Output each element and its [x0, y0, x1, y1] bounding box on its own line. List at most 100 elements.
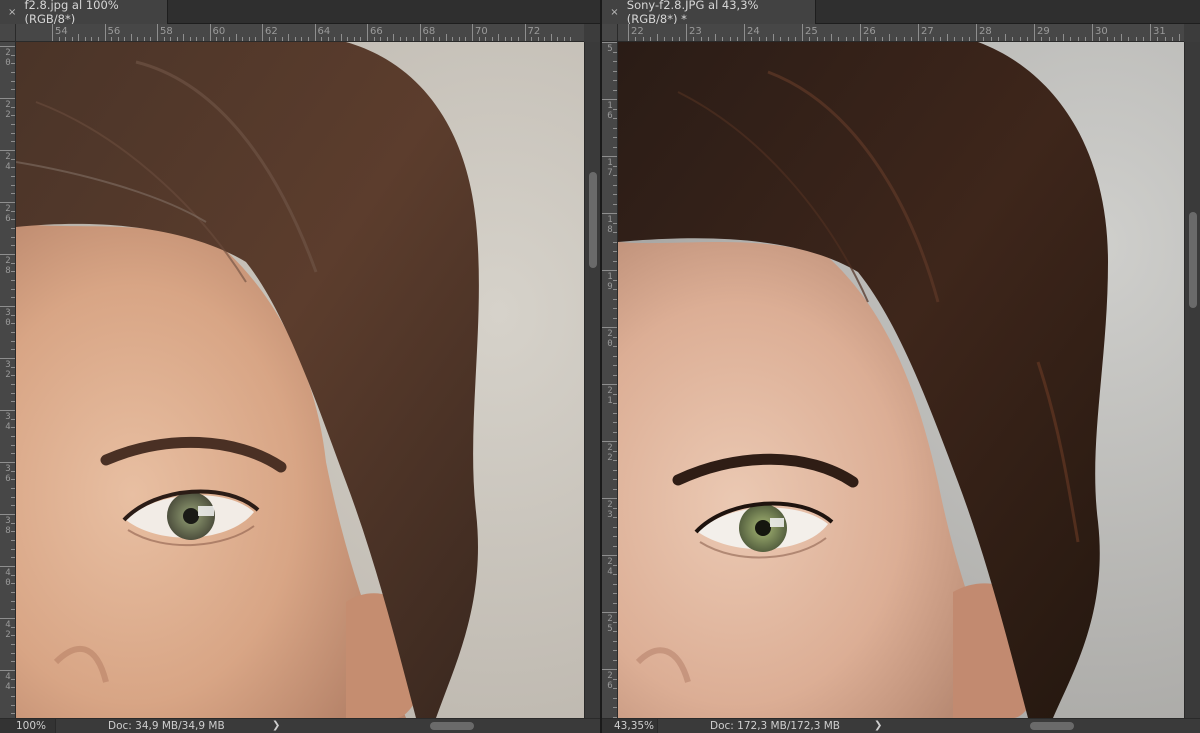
ruler-minor-tick: [613, 298, 617, 300]
ruler-corner: [0, 24, 16, 42]
vertical-scrollbar-left[interactable]: [584, 42, 600, 718]
ruler-major-tick: [0, 306, 15, 307]
zoom-level-field[interactable]: 43,35%: [602, 719, 658, 733]
ruler-minor-tick: [671, 37, 673, 41]
ruler-major-tick: [686, 24, 687, 41]
ruler-minor-tick: [613, 564, 617, 566]
ruler-major-tick: [0, 462, 15, 463]
ruler-major-tick: [602, 384, 617, 385]
ruler-minor-tick: [124, 37, 126, 41]
document-tab-left[interactable]: × f2.8.jpg al 100% (RGB/8*): [0, 0, 168, 26]
ruler-minor-tick: [1121, 34, 1122, 41]
ruler-minor-tick: [11, 72, 15, 73]
close-icon[interactable]: ×: [608, 5, 621, 19]
ruler-minor-tick: [925, 37, 927, 41]
ruler-minor-tick: [613, 222, 617, 224]
ruler-label: 24: [747, 26, 760, 37]
ruler-minor-tick: [11, 522, 15, 524]
document-window-left: × f2.8.jpg al 100% (RGB/8*) 54 56 58 60 62 64…: [0, 0, 600, 733]
ruler-minor-tick: [478, 37, 480, 41]
ruler-minor-tick: [11, 626, 15, 628]
ruler-label: 24: [5, 152, 11, 172]
document-tab-right[interactable]: × Sony-f2.8.JPG al 43,3% (RGB/8*) *: [602, 0, 816, 26]
ruler-label: 25: [805, 26, 818, 37]
document-tab-title: f2.8.jpg al 100% (RGB/8*): [24, 0, 119, 26]
ruler-major-tick: [744, 24, 745, 41]
ruler-minor-tick: [11, 54, 15, 56]
ruler-minor-tick: [11, 132, 15, 134]
ruler-minor-tick: [570, 37, 572, 41]
ruler-major-tick: [628, 24, 629, 41]
status-menu-arrow-icon[interactable]: ❯: [874, 719, 882, 733]
ruler-minor-tick: [11, 184, 15, 186]
ruler-minor-tick: [11, 540, 15, 541]
ruler-label: 70: [475, 26, 488, 37]
horizontal-scrollbar-thumb[interactable]: [1030, 722, 1074, 730]
ruler-minor-tick: [360, 37, 362, 41]
ruler-minor-tick: [1113, 37, 1115, 41]
ruler-minor-tick: [150, 37, 152, 41]
ruler-minor-tick: [327, 37, 329, 41]
ruler-major-tick: [472, 24, 473, 41]
image-canvas-left[interactable]: [16, 42, 584, 718]
scrollbar-thumb[interactable]: [1189, 212, 1197, 308]
ruler-major-tick: [0, 618, 15, 619]
ruler-minor-tick: [809, 37, 811, 41]
ruler-label: 60: [212, 26, 226, 37]
scrollbar-thumb[interactable]: [589, 172, 597, 268]
ruler-minor-tick: [11, 193, 15, 195]
ruler-minor-tick: [823, 37, 825, 41]
ruler-major-tick: [1150, 24, 1151, 41]
ruler-minor-tick: [613, 479, 617, 480]
ruler-minor-tick: [715, 34, 716, 41]
document-tab-title: Sony-f2.8.JPG al 43,3% (RGB/8*) *: [626, 0, 759, 26]
ruler-minor-tick: [773, 34, 774, 41]
vertical-scrollbar-right[interactable]: [1184, 42, 1200, 718]
ruler-label: 34: [5, 412, 11, 432]
tab-bar-left: × f2.8.jpg al 100% (RGB/8*): [0, 0, 600, 26]
ruler-major-tick: [209, 24, 211, 41]
ruler-minor-tick: [968, 37, 970, 41]
ruler-minor-tick: [202, 37, 204, 41]
close-icon[interactable]: ×: [6, 5, 18, 19]
ruler-minor-tick: [613, 175, 617, 176]
ruler-minor-tick: [91, 37, 93, 41]
ruler-label: 32: [5, 360, 11, 380]
ruler-minor-tick: [11, 436, 15, 437]
ruler-major-tick: [314, 24, 316, 41]
ruler-major-tick: [602, 669, 617, 670]
ruler-minor-tick: [544, 37, 546, 41]
ruler-minor-tick: [183, 34, 185, 41]
ruler-label: 5: [607, 44, 613, 54]
ruler-minor-tick: [248, 37, 250, 41]
ruler-label: 28: [979, 26, 992, 37]
ruler-major-tick: [602, 441, 617, 442]
ruler-minor-tick: [613, 51, 617, 53]
ruler-minor-tick: [353, 37, 355, 41]
ruler-minor-tick: [831, 34, 832, 41]
ruler-minor-tick: [613, 127, 617, 129]
ruler-major-tick: [104, 24, 106, 41]
ruler-minor-tick: [11, 609, 15, 611]
ruler-minor-tick: [1084, 37, 1086, 41]
ruler-minor-tick: [117, 37, 119, 41]
ruler-minor-tick: [11, 228, 15, 229]
ruler-minor-tick: [990, 37, 992, 41]
image-canvas-right[interactable]: [618, 42, 1184, 718]
ruler-major-tick: [602, 42, 617, 43]
ruler-minor-tick: [176, 37, 178, 41]
ruler-minor-tick: [751, 37, 753, 41]
ruler-major-tick: [1034, 24, 1035, 41]
ruler-major-tick: [802, 24, 803, 41]
ruler-minor-tick: [613, 260, 617, 262]
ruler-minor-tick: [642, 37, 644, 41]
horizontal-scrollbar-thumb[interactable]: [430, 722, 474, 730]
status-menu-arrow-icon[interactable]: ❯: [272, 719, 280, 733]
ruler-minor-tick: [412, 37, 414, 41]
ruler-label: 30: [5, 308, 11, 328]
ruler-minor-tick: [613, 279, 617, 281]
ruler-major-tick: [602, 270, 617, 271]
ruler-minor-tick: [445, 34, 447, 41]
ruler-minor-tick: [78, 34, 80, 41]
zoom-level-field[interactable]: 100%: [0, 719, 56, 733]
